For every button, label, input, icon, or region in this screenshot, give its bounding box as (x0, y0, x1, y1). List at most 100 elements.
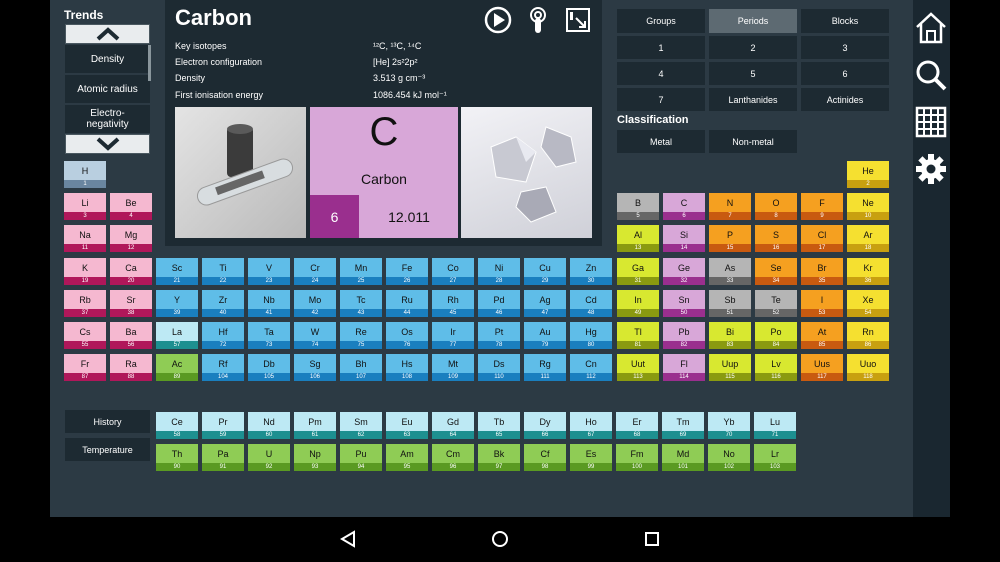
element-cell-cn[interactable]: Cn 112 (570, 354, 612, 381)
element-cell-sm[interactable]: Sm 62 (340, 412, 382, 439)
element-cell-uut[interactable]: Uut 113 (617, 354, 659, 381)
period-2[interactable]: 2 (709, 36, 797, 59)
element-cell-k[interactable]: K 19 (64, 258, 106, 285)
element-cell-hf[interactable]: Hf 72 (202, 322, 244, 349)
element-cell-hg[interactable]: Hg 80 (570, 322, 612, 349)
element-cell-sb[interactable]: Sb 51 (709, 290, 751, 317)
search-icon[interactable] (913, 56, 949, 94)
element-cell-uus[interactable]: Uus 117 (801, 354, 843, 381)
grid-icon[interactable] (913, 103, 949, 141)
trend-electronegativity[interactable]: Electro- negativity (65, 105, 150, 133)
element-cell-dy[interactable]: Dy 66 (524, 412, 566, 439)
element-cell-er[interactable]: Er 68 (616, 412, 658, 439)
element-cell-as[interactable]: As 33 (709, 258, 751, 285)
element-cell-pt[interactable]: Pt 78 (478, 322, 520, 349)
back-icon[interactable] (338, 529, 358, 549)
element-cell-bk[interactable]: Bk 97 (478, 444, 520, 471)
element-cell-rb[interactable]: Rb 37 (64, 290, 106, 317)
element-cell-tm[interactable]: Tm 69 (662, 412, 704, 439)
element-cell-cl[interactable]: Cl 17 (801, 225, 843, 252)
element-cell-uuo[interactable]: Uuo 118 (847, 354, 889, 381)
element-cell-au[interactable]: Au 79 (524, 322, 566, 349)
history-button[interactable]: History (65, 410, 150, 433)
element-cell-pd[interactable]: Pd 46 (478, 290, 520, 317)
element-cell-fm[interactable]: Fm 100 (616, 444, 658, 471)
element-cell-os[interactable]: Os 76 (386, 322, 428, 349)
period-6[interactable]: 6 (801, 62, 889, 85)
period-1[interactable]: 1 (617, 36, 705, 59)
recents-icon[interactable] (642, 529, 662, 549)
element-cell-ac[interactable]: Ac 89 (156, 354, 198, 381)
element-cell-pu[interactable]: Pu 94 (340, 444, 382, 471)
element-cell-zr[interactable]: Zr 40 (202, 290, 244, 317)
element-cell-sn[interactable]: Sn 50 (663, 290, 705, 317)
resize-icon[interactable] (565, 7, 591, 33)
element-cell-nd[interactable]: Nd 60 (248, 412, 290, 439)
element-cell-tl[interactable]: Tl 81 (617, 322, 659, 349)
element-cell-fl[interactable]: Fl 114 (663, 354, 705, 381)
element-cell-nb[interactable]: Nb 41 (248, 290, 290, 317)
trends-down-button[interactable] (65, 134, 150, 154)
element-cell-cm[interactable]: Cm 96 (432, 444, 474, 471)
element-cell-pa[interactable]: Pa 91 (202, 444, 244, 471)
element-cell-cf[interactable]: Cf 98 (524, 444, 566, 471)
element-cell-ta[interactable]: Ta 73 (248, 322, 290, 349)
element-cell-zn[interactable]: Zn 30 (570, 258, 612, 285)
tab-periods[interactable]: Periods (709, 9, 797, 33)
element-cell-rn[interactable]: Rn 86 (847, 322, 889, 349)
element-cell-u[interactable]: U 92 (248, 444, 290, 471)
element-cell-bh[interactable]: Bh 107 (340, 354, 382, 381)
element-cell-fr[interactable]: Fr 87 (64, 354, 106, 381)
element-cell-no[interactable]: No 102 (708, 444, 750, 471)
element-cell-ne[interactable]: Ne 10 (847, 193, 889, 220)
element-cell-co[interactable]: Co 27 (432, 258, 474, 285)
element-cell-xe[interactable]: Xe 54 (847, 290, 889, 317)
element-cell-rf[interactable]: Rf 104 (202, 354, 244, 381)
element-cell-in[interactable]: In 49 (617, 290, 659, 317)
trends-scrollbar[interactable] (148, 45, 151, 81)
element-cell-tc[interactable]: Tc 43 (340, 290, 382, 317)
element-cell-np[interactable]: Np 93 (294, 444, 336, 471)
element-cell-ar[interactable]: Ar 18 (847, 225, 889, 252)
element-cell-v[interactable]: V 23 (248, 258, 290, 285)
element-cell-bi[interactable]: Bi 83 (709, 322, 751, 349)
element-cell-ru[interactable]: Ru 44 (386, 290, 428, 317)
period-4[interactable]: 4 (617, 62, 705, 85)
element-cell-at[interactable]: At 85 (801, 322, 843, 349)
element-cell-hs[interactable]: Hs 108 (386, 354, 428, 381)
element-cell-li[interactable]: Li 3 (64, 193, 106, 220)
element-cell-h[interactable]: H1 (64, 161, 106, 188)
element-cell-db[interactable]: Db 105 (248, 354, 290, 381)
element-cell-ga[interactable]: Ga 31 (617, 258, 659, 285)
element-cell-uup[interactable]: Uup 115 (709, 354, 751, 381)
play-icon[interactable] (484, 6, 512, 34)
element-cell-si[interactable]: Si 14 (663, 225, 705, 252)
temperature-button[interactable]: Temperature (65, 438, 150, 461)
element-cell-ce[interactable]: Ce 58 (156, 412, 198, 439)
element-cell-lv[interactable]: Lv 116 (755, 354, 797, 381)
element-cell-re[interactable]: Re 75 (340, 322, 382, 349)
element-cell-ti[interactable]: Ti 22 (202, 258, 244, 285)
element-cell-b[interactable]: B5 (617, 193, 659, 220)
element-cell-ho[interactable]: Ho 67 (570, 412, 612, 439)
element-cell-mo[interactable]: Mo 42 (294, 290, 336, 317)
trend-atomic-radius[interactable]: Atomic radius (65, 75, 150, 103)
element-cell-sr[interactable]: Sr 38 (110, 290, 152, 317)
element-cell-rh[interactable]: Rh 45 (432, 290, 474, 317)
element-cell-ba[interactable]: Ba 56 (110, 322, 152, 349)
element-cell-tb[interactable]: Tb 65 (478, 412, 520, 439)
element-cell-sg[interactable]: Sg 106 (294, 354, 336, 381)
element-cell-ds[interactable]: Ds 110 (478, 354, 520, 381)
tab-blocks[interactable]: Blocks (801, 9, 889, 33)
home-icon[interactable] (913, 9, 949, 47)
element-cell-fe[interactable]: Fe 26 (386, 258, 428, 285)
element-cell-la[interactable]: La 57 (156, 322, 198, 349)
element-cell-f[interactable]: F9 (801, 193, 843, 220)
classification-non-metal[interactable]: Non-metal (709, 130, 797, 153)
element-cell-rg[interactable]: Rg 111 (524, 354, 566, 381)
element-cell-cs[interactable]: Cs 55 (64, 322, 106, 349)
element-cell-md[interactable]: Md 101 (662, 444, 704, 471)
element-cell-p[interactable]: P 15 (709, 225, 751, 252)
element-cell-se[interactable]: Se 34 (755, 258, 797, 285)
element-cell-te[interactable]: Te 52 (755, 290, 797, 317)
